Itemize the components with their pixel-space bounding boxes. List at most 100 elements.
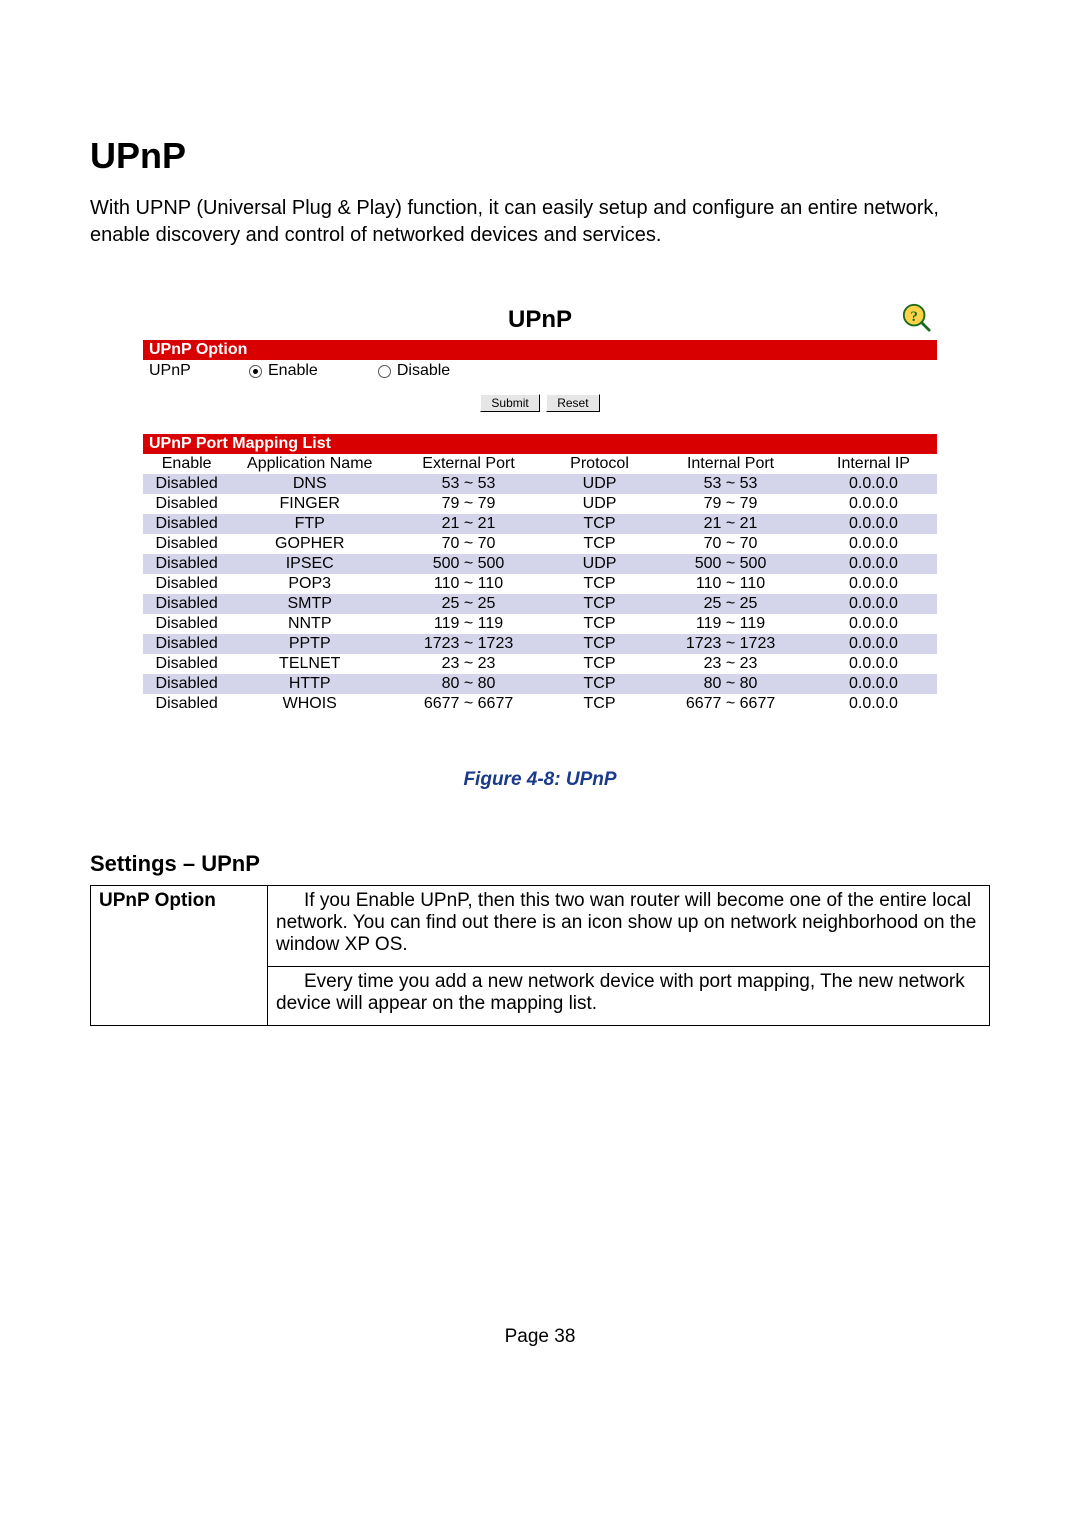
table-cell: 500 ~ 500 [651,554,810,574]
table-cell: 21 ~ 21 [389,514,548,534]
table-cell: 6677 ~ 6677 [389,694,548,714]
table-cell: Disabled [143,694,230,714]
table-cell: GOPHER [230,534,389,554]
table-cell: Disabled [143,614,230,634]
table-cell: HTTP [230,674,389,694]
page-footer: Page 38 [90,1326,990,1348]
intro-paragraph: With UPNP (Universal Plug & Play) functi… [90,195,990,249]
table-cell: Disabled [143,554,230,574]
table-cell: 53 ~ 53 [651,474,810,494]
table-cell: 500 ~ 500 [389,554,548,574]
table-cell: WHOIS [230,694,389,714]
table-cell: 80 ~ 80 [389,674,548,694]
table-cell: 6677 ~ 6677 [651,694,810,714]
table-cell: 0.0.0.0 [810,614,937,634]
table-cell: Disabled [143,474,230,494]
upnp-option-row: UPnP Enable Disable [143,360,937,390]
table-cell: TCP [548,694,651,714]
table-cell: TCP [548,674,651,694]
table-cell: TELNET [230,654,389,674]
port-mapping-table: Enable Application Name External Port Pr… [143,454,937,714]
table-cell: 23 ~ 23 [651,654,810,674]
table-cell: 25 ~ 25 [389,594,548,614]
th-external-port: External Port [389,454,548,474]
th-app-name: Application Name [230,454,389,474]
table-row: DisabledHTTP80 ~ 80TCP80 ~ 800.0.0.0 [143,674,937,694]
table-cell: SMTP [230,594,389,614]
table-cell: TCP [548,574,651,594]
table-cell: 21 ~ 21 [651,514,810,534]
figure-caption: Figure 4-8: UPnP [90,769,990,791]
table-cell: UDP [548,494,651,514]
reset-button[interactable]: Reset [546,394,599,412]
table-cell: Disabled [143,514,230,534]
table-cell: 1723 ~ 1723 [389,634,548,654]
th-protocol: Protocol [548,454,651,474]
table-cell: 0.0.0.0 [810,474,937,494]
table-row: DisabledTELNET23 ~ 23TCP23 ~ 230.0.0.0 [143,654,937,674]
settings-value-2: Every time you add a new network device … [268,967,990,1026]
submit-button[interactable]: Submit [480,394,539,412]
svg-text:?: ? [910,309,918,325]
table-cell: 0.0.0.0 [810,694,937,714]
table-cell: 23 ~ 23 [389,654,548,674]
table-cell: Disabled [143,594,230,614]
table-cell: 70 ~ 70 [389,534,548,554]
table-cell: Disabled [143,574,230,594]
table-cell: 79 ~ 79 [651,494,810,514]
table-cell: IPSEC [230,554,389,574]
table-cell: TCP [548,654,651,674]
table-row: DisabledGOPHER70 ~ 70TCP70 ~ 700.0.0.0 [143,534,937,554]
table-cell: NNTP [230,614,389,634]
table-cell: TCP [548,534,651,554]
table-cell: 70 ~ 70 [651,534,810,554]
th-internal-ip: Internal IP [810,454,937,474]
table-cell: 0.0.0.0 [810,574,937,594]
table-cell: FINGER [230,494,389,514]
table-cell: 53 ~ 53 [389,474,548,494]
upnp-row-label: UPnP [149,362,249,380]
table-cell: 0.0.0.0 [810,514,937,534]
table-cell: 0.0.0.0 [810,554,937,574]
table-row: DisabledFINGER79 ~ 79UDP79 ~ 790.0.0.0 [143,494,937,514]
table-cell: 80 ~ 80 [651,674,810,694]
th-enable: Enable [143,454,230,474]
table-cell: TCP [548,514,651,534]
table-cell: 25 ~ 25 [651,594,810,614]
settings-key: UPnP Option [91,886,268,1026]
port-mapping-bar: UPnP Port Mapping List [143,434,937,454]
table-cell: POP3 [230,574,389,594]
table-cell: Disabled [143,494,230,514]
table-row: DisabledSMTP25 ~ 25TCP25 ~ 250.0.0.0 [143,594,937,614]
table-cell: TCP [548,594,651,614]
table-cell: Disabled [143,634,230,654]
table-cell: 1723 ~ 1723 [651,634,810,654]
table-row: DisabledNNTP119 ~ 119TCP119 ~ 1190.0.0.0 [143,614,937,634]
radio-disable[interactable]: Disable [378,362,450,380]
table-cell: 119 ~ 119 [651,614,810,634]
table-cell: 110 ~ 110 [389,574,548,594]
table-cell: DNS [230,474,389,494]
table-cell: 79 ~ 79 [389,494,548,514]
table-cell: 0.0.0.0 [810,674,937,694]
table-cell: 0.0.0.0 [810,654,937,674]
table-row: DisabledIPSEC500 ~ 500UDP500 ~ 5000.0.0.… [143,554,937,574]
table-header-row: Enable Application Name External Port Pr… [143,454,937,474]
table-cell: Disabled [143,534,230,554]
th-internal-port: Internal Port [651,454,810,474]
settings-heading: Settings – UPnP [90,851,990,877]
settings-value-1: If you Enable UPnP, then this two wan ro… [268,886,990,967]
table-cell: FTP [230,514,389,534]
radio-enable[interactable]: Enable [249,362,318,380]
table-row: DisabledDNS53 ~ 53UDP53 ~ 530.0.0.0 [143,474,937,494]
table-cell: 0.0.0.0 [810,634,937,654]
table-row: DisabledWHOIS6677 ~ 6677TCP6677 ~ 66770.… [143,694,937,714]
upnp-screenshot: UPnP ? UPnP Option UPnP Enable [134,289,946,735]
table-cell: 110 ~ 110 [651,574,810,594]
page-title: UPnP [90,135,990,177]
help-icon[interactable]: ? [901,302,931,332]
table-cell: 119 ~ 119 [389,614,548,634]
table-cell: 0.0.0.0 [810,494,937,514]
table-row: DisabledFTP21 ~ 21TCP21 ~ 210.0.0.0 [143,514,937,534]
table-cell: PPTP [230,634,389,654]
